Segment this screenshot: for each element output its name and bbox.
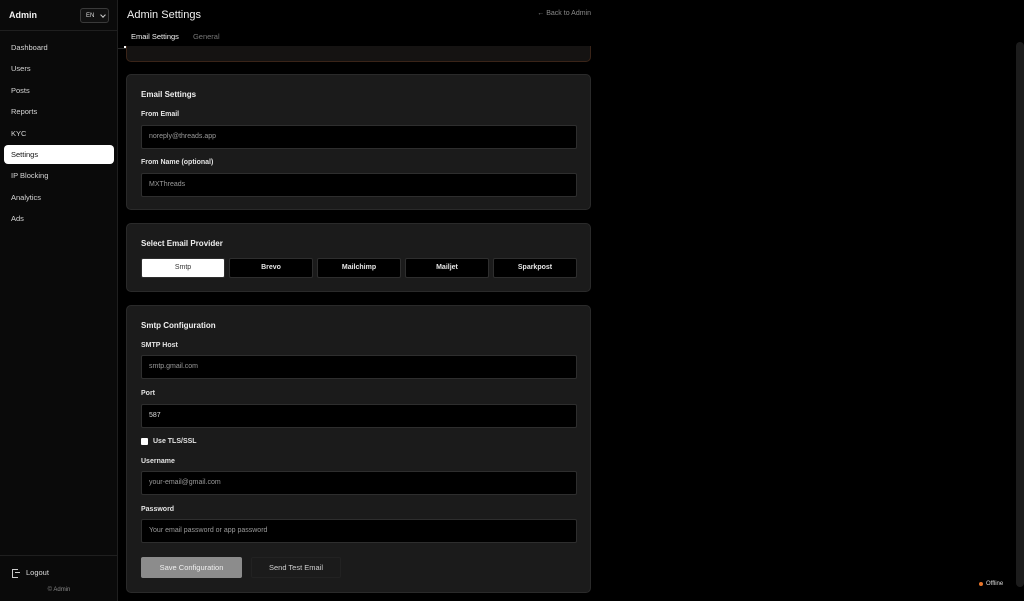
from-email-input[interactable]: noreply@threads.app	[141, 125, 577, 149]
smtp-config-title: Smtp Configuration	[141, 321, 216, 330]
connection-status: Offline	[979, 581, 1003, 587]
send-test-email-button[interactable]: Send Test Email	[251, 557, 341, 578]
provider-mailchimp-button[interactable]: Mailchimp	[317, 258, 401, 278]
chevron-down-icon	[100, 11, 106, 18]
status-dot-icon	[979, 582, 983, 586]
sidebar-item-ads[interactable]: Ads	[4, 209, 114, 228]
username-input[interactable]: your-email@gmail.com	[141, 471, 577, 495]
sidebar-nav: Dashboard Users Posts Reports KYC Settin…	[4, 38, 114, 231]
language-value: EN	[86, 12, 95, 19]
provider-mailjet-button[interactable]: Mailjet	[405, 258, 489, 278]
sidebar-item-settings[interactable]: Settings	[4, 144, 114, 164]
provider-options: Smtp Brevo Mailchimp Mailjet Sparkpost	[141, 258, 577, 278]
email-settings-title: Email Settings	[141, 90, 197, 99]
sidebar-item-reports[interactable]: Reports	[4, 102, 114, 121]
from-name-label: From Name (optional)	[141, 159, 214, 166]
provider-sparkpost-button[interactable]: Sparkpost	[493, 258, 577, 278]
tls-label: Use TLS/SSL	[153, 438, 197, 445]
sidebar-item-users[interactable]: Users	[4, 59, 114, 78]
save-configuration-button[interactable]: Save Configuration	[141, 557, 242, 578]
tls-row: Use TLS/SSL	[141, 438, 197, 445]
smtp-host-label: SMTP Host	[141, 342, 178, 349]
back-to-admin-link[interactable]: ← Back to Admin	[537, 10, 591, 17]
username-label: Username	[141, 458, 175, 465]
from-name-input[interactable]: MXThreads	[141, 173, 577, 197]
status-label: Offline	[986, 581, 1004, 587]
email-provider-card: Select Email Provider Smtp Brevo Mailchi…	[126, 223, 591, 292]
page-title: Admin Settings	[127, 9, 201, 21]
password-input[interactable]: Your email password or app password	[141, 519, 577, 543]
sidebar-header: Admin EN	[0, 0, 118, 31]
sidebar-footer: Logout © Admin	[0, 555, 118, 601]
sidebar-title: Admin	[9, 10, 37, 20]
scrollbar[interactable]	[1016, 42, 1024, 587]
port-input[interactable]: 587	[141, 404, 577, 428]
sidebar-item-ip-blocking[interactable]: IP Blocking	[4, 166, 114, 185]
page-header: Admin Settings ← Back to Admin Email Set…	[118, 0, 591, 49]
copyright: © Admin	[47, 587, 71, 593]
smtp-config-card: Smtp Configuration SMTP Host smtp.gmail.…	[126, 305, 591, 593]
sidebar-item-posts[interactable]: Posts	[4, 81, 114, 100]
email-settings-card: Email Settings From Email noreply@thread…	[126, 74, 591, 210]
password-label: Password	[141, 506, 175, 513]
sidebar-item-dashboard[interactable]: Dashboard	[4, 38, 114, 57]
tls-checkbox[interactable]	[141, 438, 148, 445]
from-email-label: From Email	[141, 111, 180, 118]
logout-icon	[12, 568, 20, 578]
logout-label: Logout	[26, 568, 49, 577]
tab-email-settings[interactable]: Email Settings	[124, 28, 186, 48]
provider-smtp-button[interactable]: Smtp	[141, 258, 225, 278]
smtp-host-input[interactable]: smtp.gmail.com	[141, 355, 577, 379]
tab-general[interactable]: General	[186, 28, 227, 48]
provider-brevo-button[interactable]: Brevo	[229, 258, 313, 278]
previous-card-edge	[126, 46, 591, 62]
sidebar: Admin EN Dashboard Users Posts Reports K…	[0, 0, 118, 601]
port-label: Port	[141, 390, 155, 397]
logout-button[interactable]: Logout	[12, 568, 49, 578]
app: Admin EN Dashboard Users Posts Reports K…	[0, 0, 1024, 601]
language-select[interactable]: EN	[80, 8, 109, 23]
sidebar-item-analytics[interactable]: Analytics	[4, 188, 114, 207]
sidebar-item-kyc[interactable]: KYC	[4, 124, 114, 143]
email-provider-title: Select Email Provider	[141, 239, 223, 248]
settings-tabs: Email Settings General	[124, 28, 227, 48]
